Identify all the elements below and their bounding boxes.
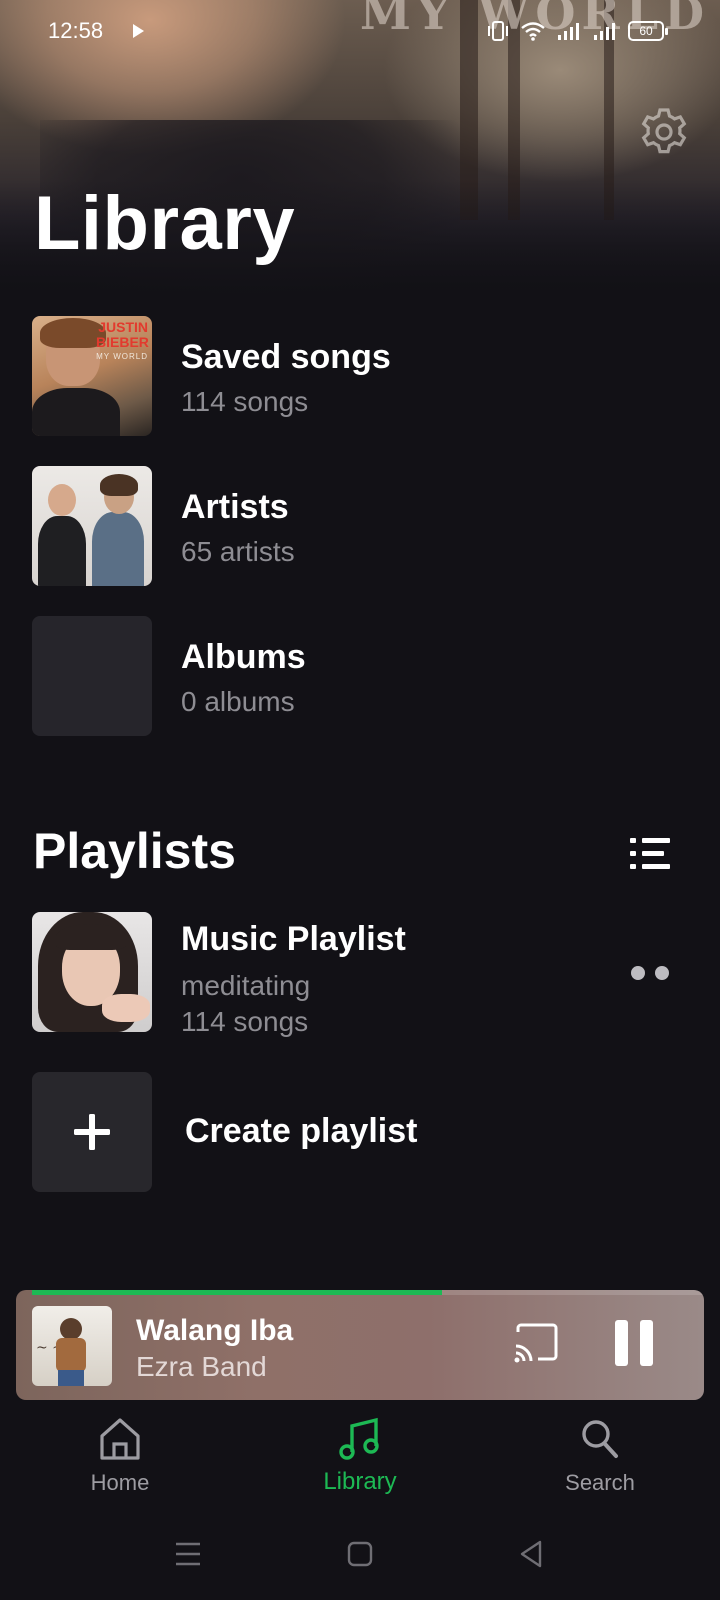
thumbnail-artist-text: JUSTIN BIEBER — [96, 319, 149, 350]
playback-progress-fill — [32, 1290, 442, 1295]
status-icons: 60 — [486, 18, 668, 44]
back-button[interactable] — [512, 1534, 552, 1574]
bottom-navigation: Home Library Search — [0, 1408, 720, 1508]
art-shape — [56, 1338, 86, 1372]
home-system-button[interactable] — [340, 1534, 380, 1574]
gear-icon — [641, 108, 687, 154]
menu-icon — [176, 1542, 200, 1566]
saved-songs-thumbnail: JUSTIN BIEBER MY WORLD — [32, 316, 152, 436]
cast-button[interactable] — [510, 1320, 562, 1368]
thumbnail-album-text: MY WORLD — [96, 352, 148, 361]
playlist-description: meditating — [181, 970, 311, 1001]
nav-home[interactable]: Home — [40, 1408, 200, 1508]
playlist-more-button[interactable] — [624, 960, 676, 986]
page-title: Library — [34, 181, 296, 266]
more-dot-icon — [655, 966, 669, 980]
status-time: 12:58 — [48, 18, 104, 43]
library-item-albums[interactable]: Albums 0 albums — [32, 616, 692, 736]
library-item-title: Artists — [181, 488, 289, 526]
playlists-section-title: Playlists — [33, 823, 236, 879]
recents-button[interactable] — [168, 1534, 208, 1574]
art-shape — [92, 512, 144, 586]
system-navigation-bar — [0, 1510, 720, 1600]
battery-icon: 60 — [628, 21, 668, 41]
playlist-song-count: 114 songs — [181, 1006, 309, 1037]
create-playlist-button[interactable]: Create playlist — [32, 1072, 692, 1192]
music-note-icon — [339, 1417, 379, 1460]
media-playing-icon — [133, 24, 144, 38]
square-icon — [347, 1541, 373, 1567]
vibrate-icon — [488, 21, 508, 41]
art-shape — [102, 994, 150, 1022]
create-playlist-thumbnail — [32, 1072, 152, 1192]
artists-thumbnail — [32, 466, 152, 586]
playback-progress-bar[interactable] — [32, 1290, 704, 1295]
nav-library[interactable]: Library — [280, 1408, 440, 1508]
nav-search[interactable]: Search — [520, 1408, 680, 1508]
library-item-subtitle: 114 songs — [181, 386, 309, 417]
search-icon — [582, 1420, 618, 1458]
cast-icon — [514, 1323, 558, 1363]
nav-library-label: Library — [323, 1468, 397, 1495]
status-bar: 12:58 60 — [0, 0, 720, 64]
plus-icon — [74, 1114, 110, 1150]
home-icon — [100, 1418, 140, 1460]
nav-search-label: Search — [565, 1470, 635, 1495]
art-shape — [48, 484, 76, 516]
library-item-artists[interactable]: Artists 65 artists — [32, 466, 692, 586]
art-shape — [32, 388, 120, 436]
playlist-thumbnail — [32, 912, 152, 1032]
back-triangle-icon — [520, 1540, 542, 1568]
playlist-title: Music Playlist — [181, 920, 406, 958]
pause-bar-icon — [615, 1320, 628, 1366]
library-item-title: Albums — [181, 638, 306, 676]
wifi-icon — [521, 22, 545, 41]
art-shape — [60, 1318, 82, 1340]
settings-button[interactable] — [636, 104, 692, 160]
library-item-title: Saved songs — [181, 338, 391, 376]
library-item-subtitle: 0 albums — [181, 686, 295, 717]
art-shape — [38, 516, 86, 586]
nav-home-label: Home — [90, 1470, 150, 1495]
art-shape — [100, 474, 138, 496]
now-playing-title: Walang Iba — [136, 1314, 294, 1347]
art-shape — [58, 1370, 84, 1386]
now-playing-artist: Ezra Band — [136, 1351, 267, 1382]
list-view-icon — [630, 838, 670, 869]
library-item-saved-songs[interactable]: JUSTIN BIEBER MY WORLD Saved songs 114 s… — [32, 316, 692, 436]
pause-button[interactable] — [612, 1320, 656, 1368]
signal-icon — [594, 23, 615, 40]
mini-player[interactable]: ~ ~ ~ Walang Iba Ezra Band — [16, 1290, 704, 1400]
now-playing-artwork: ~ ~ ~ — [32, 1306, 112, 1386]
library-screen: MY WORLD 12:58 60 Library JUSTIN BIEBER … — [0, 0, 720, 1600]
art-shape — [56, 924, 126, 950]
create-playlist-label: Create playlist — [185, 1112, 418, 1150]
signal-icon — [558, 23, 579, 40]
playlist-sort-button[interactable] — [626, 832, 674, 876]
playlist-item-music-playlist[interactable]: Music Playlist meditating 114 songs — [32, 912, 692, 1037]
more-dot-icon — [631, 966, 645, 980]
library-item-subtitle: 65 artists — [181, 536, 295, 567]
albums-thumbnail-placeholder — [32, 616, 152, 736]
pause-bar-icon — [640, 1320, 653, 1366]
